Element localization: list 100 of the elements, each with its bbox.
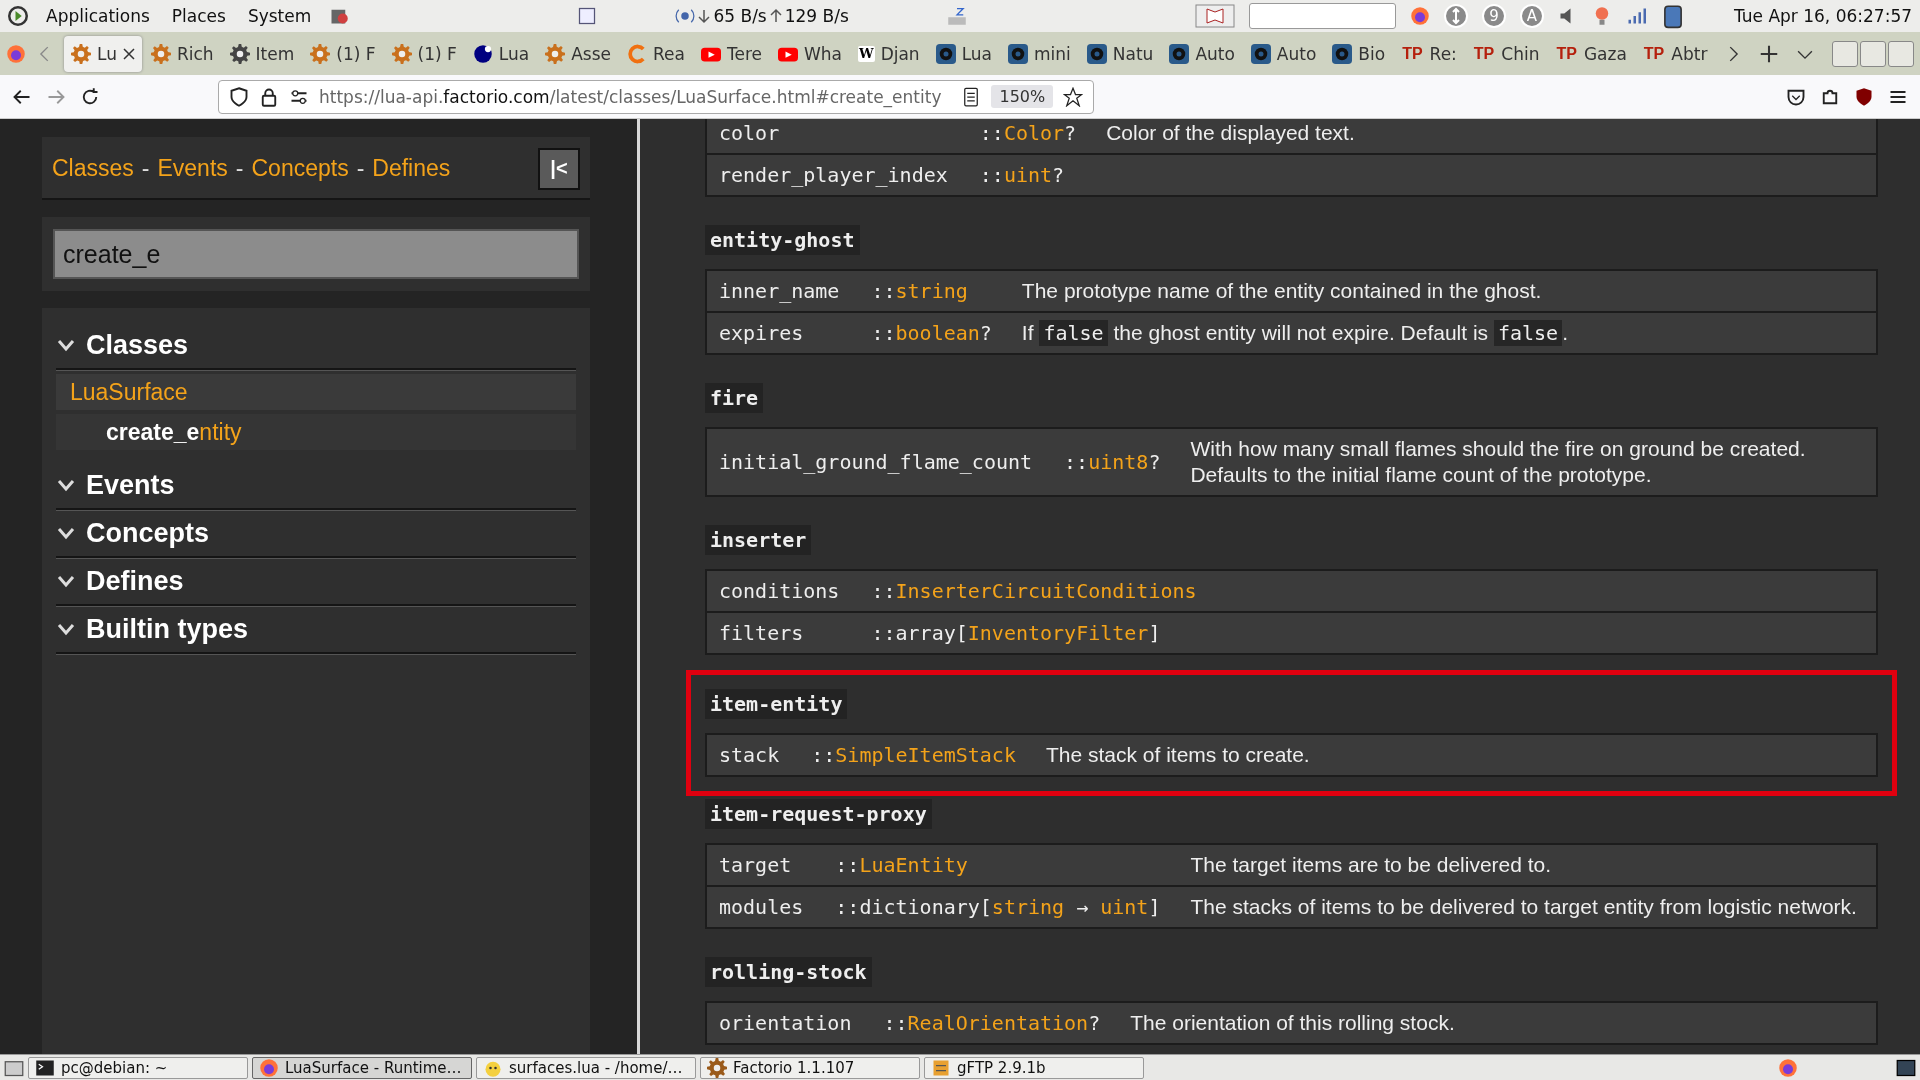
browser-tab[interactable]: (1) F [384, 35, 464, 72]
taskbar-button[interactable]: gFTP 2.9.1b [924, 1056, 1144, 1079]
taskbar-button[interactable]: surfaces.lua - /home/… [476, 1056, 696, 1079]
browser-tab[interactable]: TP Gaza [1548, 35, 1634, 72]
type-link[interactable]: Color [1003, 120, 1065, 146]
panel-menu[interactable]: Applications [42, 6, 154, 26]
panel-menu[interactable]: Places [167, 6, 230, 26]
browser-tab[interactable]: (1) F [303, 35, 383, 72]
browser-tab[interactable]: Auto [1162, 35, 1242, 72]
section-title: item-entity [705, 689, 848, 719]
type-link[interactable]: uint8 [1088, 449, 1149, 475]
type-link[interactable]: string [991, 894, 1065, 920]
tree-item[interactable]: LuaSurface [56, 374, 576, 410]
workspace-icon[interactable] [1896, 1057, 1916, 1078]
browser-tab[interactable]: Auto [1243, 35, 1324, 72]
type-text: ] [1148, 894, 1161, 920]
field-description: The prototype name of the entity contained in the ghost. [1003, 271, 1876, 311]
browser-tab[interactable]: W Djan [851, 35, 927, 72]
download-arrow-icon [697, 8, 712, 24]
nav-link[interactable]: Events [157, 155, 228, 182]
shield-icon[interactable] [1854, 86, 1874, 107]
browser-tab[interactable]: Lua [465, 35, 537, 72]
nav-separator: - [141, 155, 150, 182]
field-description: With how many small flames should the fire on ground be created. Defaults to the initial flame count of the prototype. [1172, 429, 1876, 495]
taskbar-button[interactable]: LuaSurface - Runtime… [252, 1056, 472, 1079]
upload-rate: 129 B/s [784, 6, 849, 26]
browser-tab[interactable]: Natu [1079, 35, 1161, 72]
type-link[interactable]: InserterCircuitConditions [895, 578, 1197, 604]
panel-search-field[interactable] [1248, 3, 1396, 29]
collapse-button[interactable]: |< [538, 147, 580, 190]
field-name: color [707, 119, 968, 153]
close-icon[interactable] [122, 47, 135, 60]
type-separator: :: [979, 120, 1004, 146]
type-text: ? [1052, 162, 1065, 188]
type-link[interactable]: LuaEntity [859, 852, 968, 878]
nav-link[interactable]: Defines [372, 155, 451, 182]
browser-icon[interactable] [6, 43, 26, 64]
window-icon[interactable] [577, 6, 598, 26]
url-text[interactable]: https://lua-api.factorio.com/latest/classes/LuaSurface.html#create_entity [319, 86, 942, 107]
browser-tab[interactable]: TP Abtr [1635, 35, 1715, 72]
group-heading[interactable]: Defines [86, 565, 184, 597]
group-heading[interactable]: Concepts [86, 517, 210, 549]
sort-icon[interactable] [1443, 4, 1468, 28]
browser-tab[interactable]: TP Chin [1465, 35, 1547, 72]
lock-icon[interactable] [259, 86, 279, 107]
browser-tab[interactable]: Rich [143, 35, 221, 72]
taskbar-button[interactable]: Factorio 1.1.107 [700, 1056, 920, 1079]
type-link[interactable]: InventoryFilter [967, 620, 1149, 646]
field-name: orientation [707, 1003, 872, 1043]
download-rate: 65 B/s [713, 6, 767, 26]
section-title: fire [705, 383, 764, 413]
type-link[interactable]: boolean [895, 320, 980, 346]
browser-tab[interactable]: Tere [693, 35, 769, 72]
group-heading[interactable]: Builtin types [86, 613, 248, 645]
field-description: The stacks of items to be delivered to target entity from logistic network. [1172, 887, 1876, 927]
type-text: ] [1148, 620, 1161, 646]
minimize-button[interactable] [1832, 40, 1858, 67]
field-description: If false the ghost entity will not expire. Default is false . [1003, 313, 1876, 353]
type-link[interactable]: RealOrientation [907, 1010, 1089, 1036]
browser-tab[interactable]: Asse [538, 35, 619, 72]
reload-icon[interactable] [80, 86, 100, 107]
type-separator: :: [1064, 449, 1089, 475]
zoom-button[interactable]: 150% [991, 85, 1054, 108]
browser-tab[interactable]: Item [222, 35, 302, 72]
tree-item[interactable]: create_entity [56, 414, 576, 450]
browser-tab[interactable]: Bio [1325, 35, 1393, 72]
field-name: target [707, 845, 824, 885]
nav-link[interactable]: Concepts [251, 155, 349, 182]
book-icon[interactable] [1194, 4, 1235, 28]
type-link[interactable]: uint [1100, 894, 1149, 920]
field-description: The target items are to be delivered to. [1172, 845, 1876, 885]
type-link[interactable]: uint [1003, 162, 1053, 188]
gear-icon [310, 43, 331, 64]
close-button[interactable] [1888, 40, 1914, 67]
type-link[interactable]: string [895, 278, 968, 304]
type-separator: :: [871, 278, 896, 304]
sleep-icon[interactable] [946, 6, 967, 26]
star-icon[interactable] [1063, 86, 1084, 107]
browser-icon[interactable] [1409, 6, 1430, 26]
logo-icon[interactable] [8, 6, 28, 26]
address-field[interactable]: https://lua-api.factorio.com/latest/classes/LuaSurface.html#create_entity 150% [218, 79, 1095, 114]
browser-tab[interactable]: Wha [771, 35, 849, 72]
browser-tab[interactable]: Lua [928, 35, 999, 72]
panel-menu[interactable]: System [243, 6, 316, 26]
type-text: → [1075, 894, 1090, 920]
taskbar-button[interactable]: pc@debian: ~ [28, 1056, 248, 1079]
group-heading[interactable]: Events [86, 469, 175, 501]
maximize-button[interactable] [1860, 40, 1886, 67]
browser-tab[interactable]: mini [1001, 35, 1078, 72]
group-heading[interactable]: Classes [86, 329, 189, 361]
clock[interactable]: Tue Apr 16, 06:27:57 [1733, 6, 1912, 26]
browser-tab[interactable]: Lu [64, 35, 142, 72]
browser-icon[interactable] [1778, 1057, 1798, 1078]
nav-link[interactable]: Classes [52, 155, 134, 182]
shield-icon[interactable] [229, 86, 249, 107]
type-link[interactable]: SimpleItemStack [835, 742, 1016, 768]
browser-tab[interactable]: TP Re: [1394, 35, 1464, 72]
section-title: entity-ghost [705, 225, 860, 255]
browser-tab[interactable]: Rea [620, 35, 692, 72]
search-field[interactable]: create_e [53, 229, 579, 279]
